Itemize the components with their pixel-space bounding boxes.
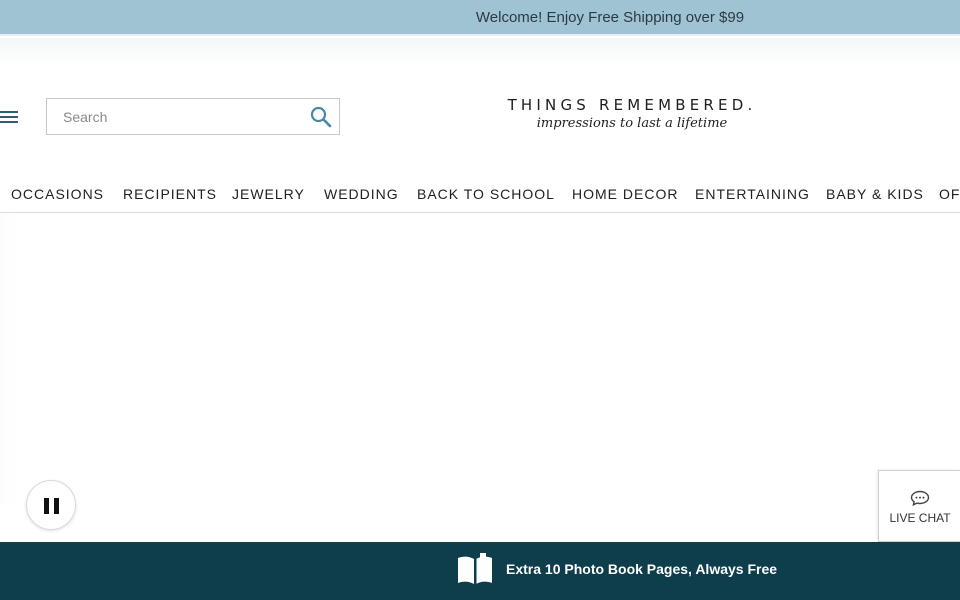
site-logo[interactable]: THINGS REMEMBERED. impressions to last a… <box>496 96 768 140</box>
nav-item-jewelry[interactable]: JEWELRY <box>232 186 305 202</box>
logo-tagline: impressions to last a lifetime <box>536 116 728 131</box>
nav-item-wedding[interactable]: WEDDING <box>324 186 399 202</box>
pause-button[interactable] <box>26 480 76 530</box>
nav-item-offers[interactable]: OF <box>939 186 960 202</box>
nav-item-entertaining[interactable]: ENTERTAINING <box>695 186 810 202</box>
header-spacer <box>0 38 960 66</box>
promo-banner[interactable]: Extra 10 Photo Book Pages, Always Free <box>0 542 960 600</box>
banner-text: Extra 10 Photo Book Pages, Always Free <box>506 561 778 577</box>
live-chat-button[interactable]: LIVE CHAT <box>878 470 960 542</box>
search-icon[interactable] <box>309 105 333 129</box>
nav-item-baby-kids[interactable]: BABY & KIDS <box>826 186 924 202</box>
chat-bubble-icon <box>910 490 930 511</box>
carousel-area <box>0 214 18 504</box>
search-input[interactable] <box>47 99 297 134</box>
promo-text: Welcome! Enjoy Free Shipping over $99 <box>475 8 745 26</box>
logo-name: THINGS REMEMBERED. <box>507 96 757 114</box>
open-book-icon <box>456 551 494 592</box>
promo-bar: Welcome! Enjoy Free Shipping over $99 <box>0 0 960 36</box>
search-box <box>46 98 340 135</box>
main-nav: OCCASIONS RECIPIENTS JEWELRY WEDDING BAC… <box>0 180 960 213</box>
live-chat-label: LIVE CHAT <box>889 511 951 525</box>
hamburger-menu-icon[interactable] <box>0 109 20 125</box>
nav-item-occasions[interactable]: OCCASIONS <box>11 186 104 202</box>
nav-item-back-to-school[interactable]: BACK TO SCHOOL <box>417 186 555 202</box>
nav-item-recipients[interactable]: RECIPIENTS <box>123 186 217 202</box>
nav-item-home-decor[interactable]: HOME DECOR <box>572 186 678 202</box>
